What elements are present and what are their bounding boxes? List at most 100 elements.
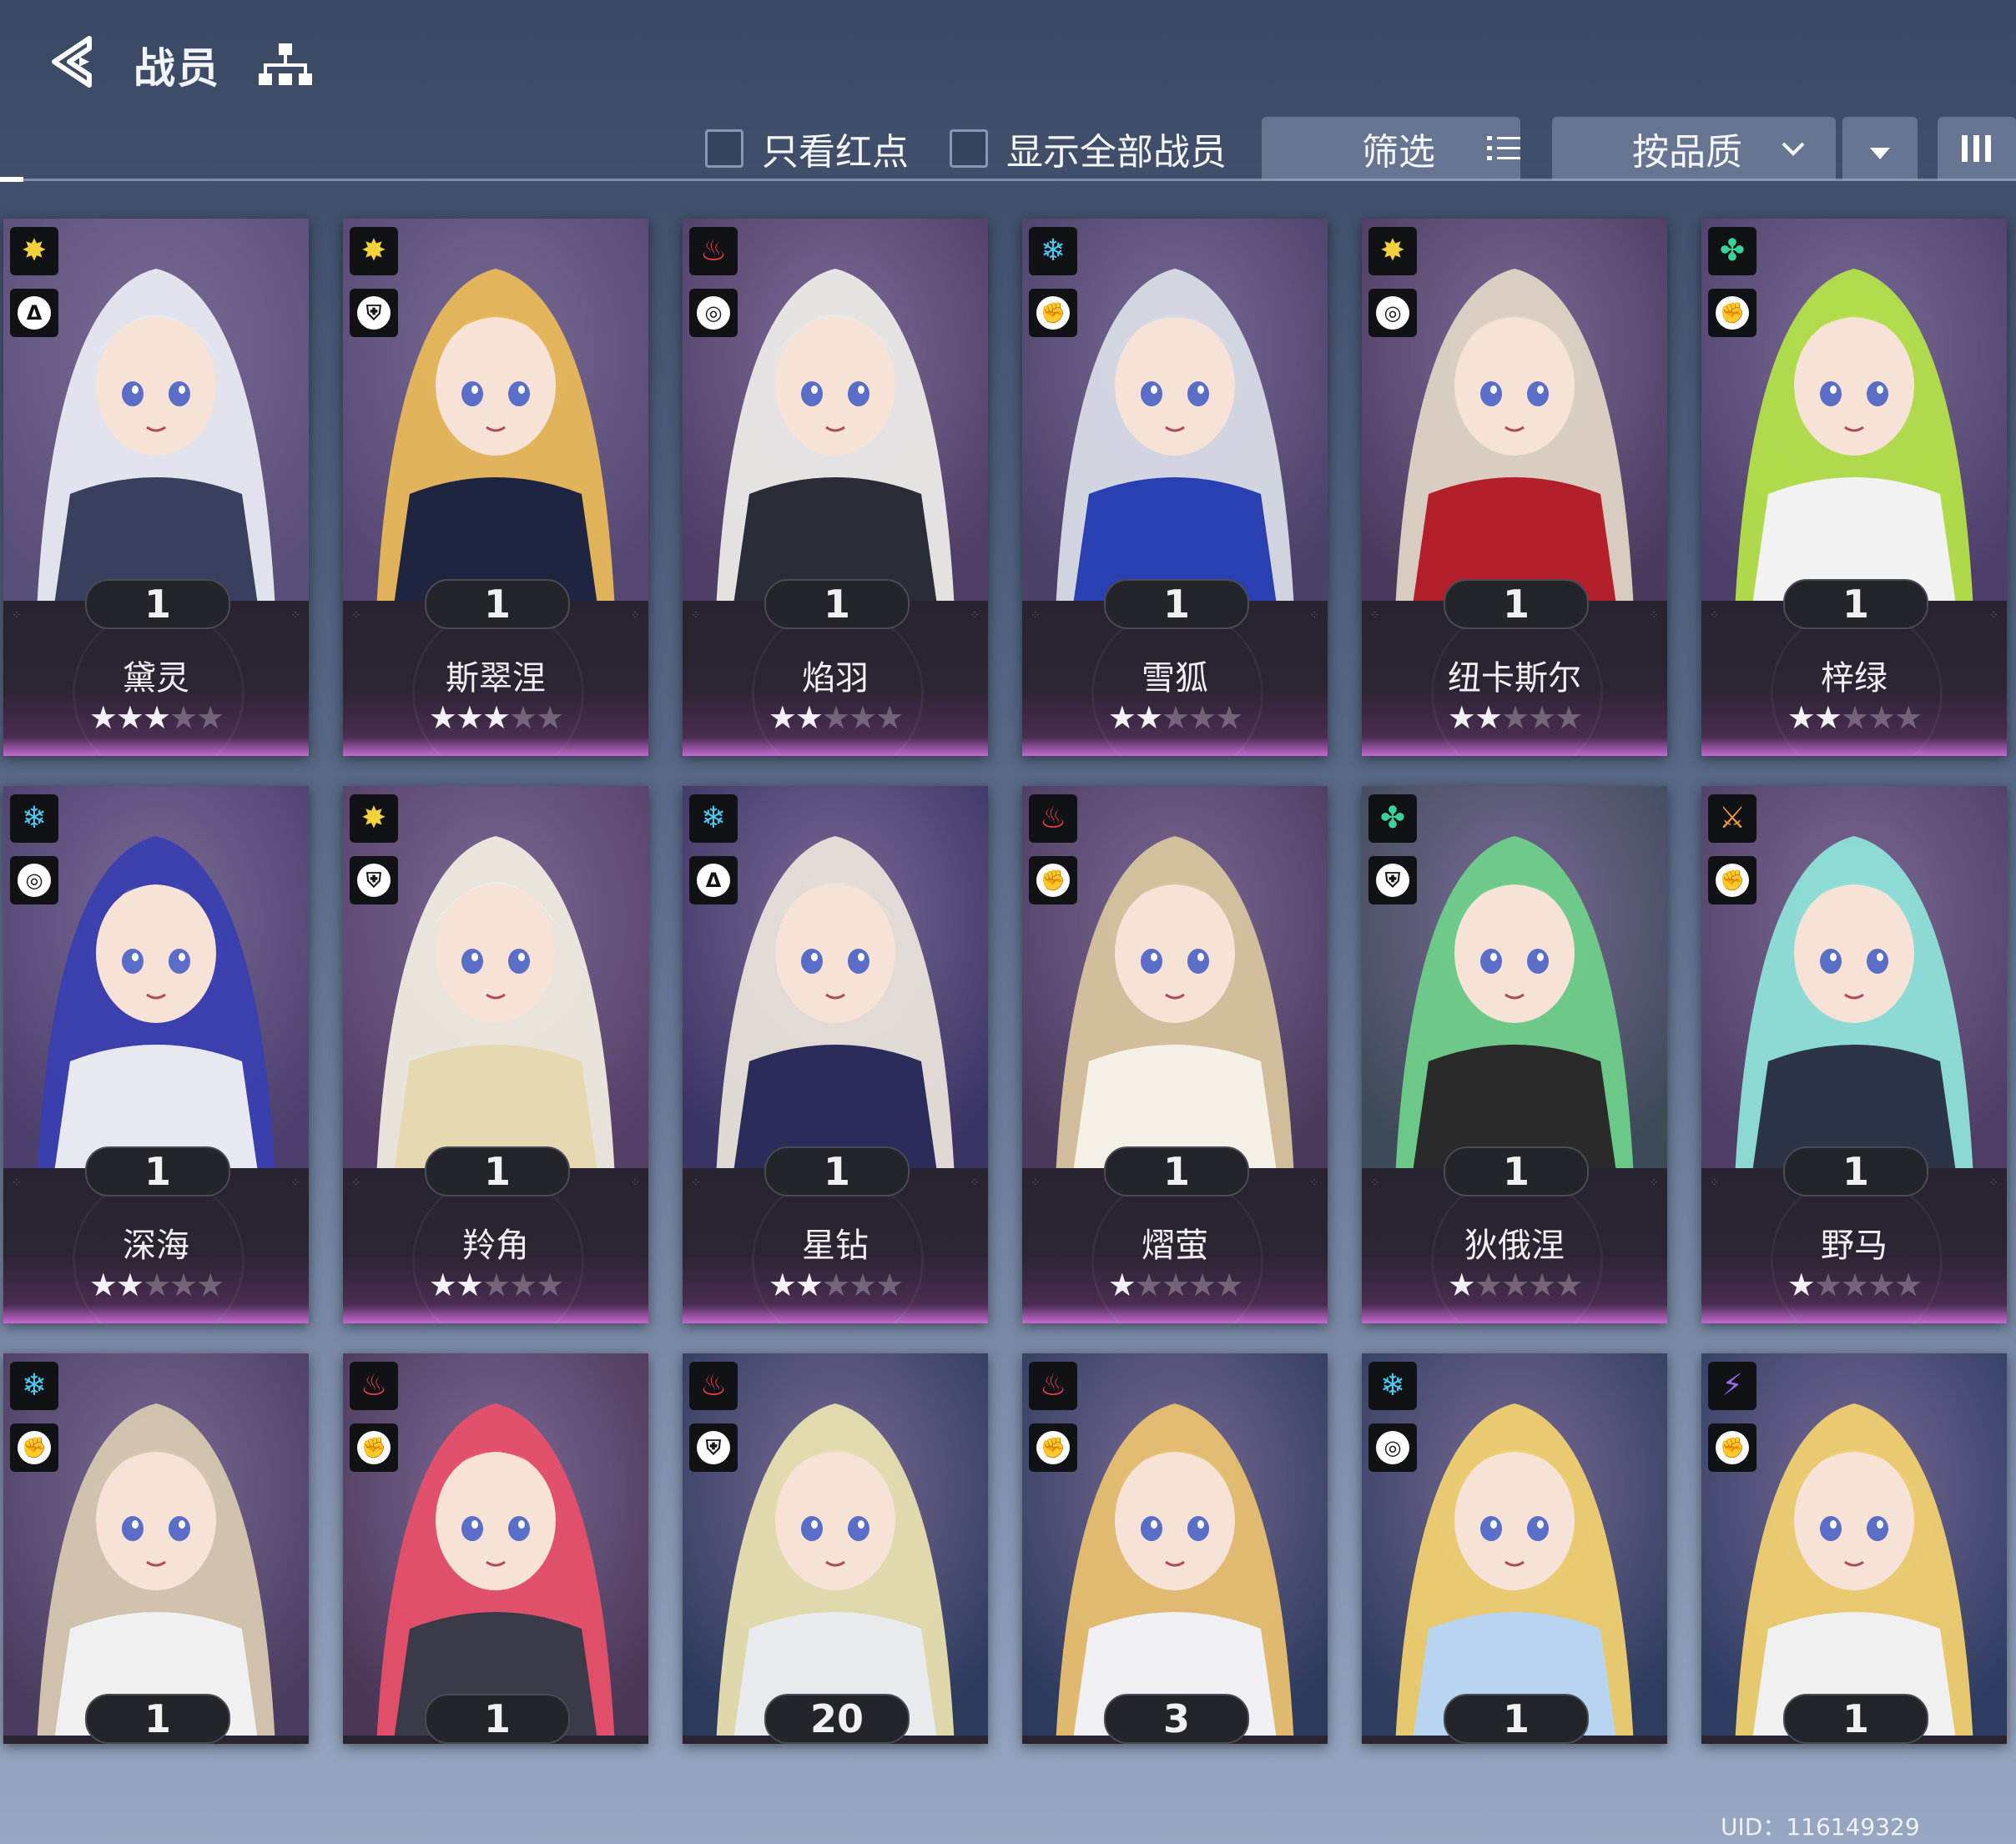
character-name: 斯翠涅 xyxy=(446,659,546,698)
character-card[interactable]: ⁘ ⁘ ✸ ⛨ 1 斯翠涅 ★★★★★ xyxy=(343,219,648,756)
role-glyph: ✊ xyxy=(1716,864,1749,897)
character-portrait xyxy=(1701,786,2007,1168)
star-filled-icon: ★ xyxy=(428,1267,457,1303)
character-card[interactable]: ⁘ ⁘ ♨ ✊ 1 熠萤 ★★★★★ xyxy=(1022,786,1328,1323)
element-ice-icon: ❄ xyxy=(689,794,738,843)
level-badge: 1 xyxy=(1104,579,1249,629)
star-filled-icon: ★ xyxy=(142,699,171,736)
corner-dots: ⁘ xyxy=(1309,609,1319,622)
character-portrait xyxy=(1701,1353,2007,1736)
character-name: 熠萤 xyxy=(1142,1227,1208,1265)
character-card[interactable]: ⁘ ⁘ ✸ ◎ 1 纽卡斯尔 ★★★★★ xyxy=(1362,219,1667,756)
character-card[interactable]: ⁘ ⁘ ♨ ◎ 1 焰羽 ★★★★★ xyxy=(683,219,988,756)
character-card[interactable]: ⁘⁘♨✊3 xyxy=(1022,1353,1328,1744)
element-wind-icon: ✤ xyxy=(1368,794,1417,843)
character-portrait xyxy=(1022,786,1328,1168)
role-glyph: ✊ xyxy=(1036,296,1070,330)
character-card[interactable]: ⁘⁘❄◎1 xyxy=(1362,1353,1667,1744)
sort-dropdown[interactable]: 按品质 xyxy=(1552,117,1836,180)
character-portrait xyxy=(683,1353,988,1736)
star-filled-icon: ★ xyxy=(455,699,484,736)
chevron-down-icon xyxy=(1782,142,1805,156)
character-portrait xyxy=(1362,786,1667,1168)
character-card[interactable]: ⁘ ⁘ ✸ Δ 1 黛灵 ★★★★★ xyxy=(3,219,309,756)
character-name: 深海 xyxy=(123,1227,189,1265)
star-empty-icon: ★ xyxy=(821,1267,850,1303)
star-empty-icon: ★ xyxy=(1161,1267,1190,1303)
level-badge: 3 xyxy=(1104,1694,1249,1744)
show-all-checkbox[interactable] xyxy=(950,129,988,168)
red-dot-filter[interactable]: 只看红点 xyxy=(705,117,909,180)
level-badge: 1 xyxy=(1783,579,1928,629)
character-portrait xyxy=(343,219,648,601)
star-filled-icon: ★ xyxy=(1447,699,1476,736)
show-all-filter[interactable]: 显示全部战员 xyxy=(950,117,1227,180)
character-card[interactable]: ⁘ ⁘ ✸ ⛨ 1 羚角 ★★★★★ xyxy=(343,786,648,1323)
corner-dots: ⁘ xyxy=(290,1176,300,1190)
star-filled-icon: ★ xyxy=(768,1267,797,1303)
role-glyph: ✊ xyxy=(1716,296,1749,330)
role-glyph: ◎ xyxy=(697,296,730,330)
character-card[interactable]: ⁘ ⁘ ❄ ✊ 1 雪狐 ★★★★★ xyxy=(1022,219,1328,756)
character-name: 黛灵 xyxy=(123,659,189,698)
character-portrait xyxy=(1701,219,2007,601)
character-card[interactable]: ⁘⁘♨✊1 xyxy=(343,1353,648,1744)
star-empty-icon: ★ xyxy=(142,1267,171,1303)
star-empty-icon: ★ xyxy=(481,1267,511,1303)
triangle-down-icon xyxy=(1870,148,1890,159)
star-filled-icon: ★ xyxy=(1107,1267,1137,1303)
header-divider xyxy=(0,179,2016,181)
role-glyph: ◎ xyxy=(18,864,51,897)
element-fire-icon: ♨ xyxy=(689,227,738,275)
star-filled-icon: ★ xyxy=(1134,699,1163,736)
star-rating: ★★★★★ xyxy=(3,699,309,736)
role-icon: ◎ xyxy=(10,856,58,904)
star-empty-icon: ★ xyxy=(849,699,877,736)
corner-dots: ⁘ xyxy=(970,1176,980,1190)
level-badge: 1 xyxy=(425,1146,570,1197)
level-badge: 1 xyxy=(85,1694,230,1744)
level-badge: 1 xyxy=(85,1146,230,1197)
character-grid: ⁘ ⁘ ✸ Δ 1 黛灵 ★★★★★ ⁘ ⁘ ✸ ⛨ 1 斯翠涅 ★★★★★ ⁘ ⁘ ♨ ◎ 1 焰羽 ★★★★★ ⁘ ⁘ ❄… xyxy=(3,219,2014,1787)
filter-label: 筛选 xyxy=(1362,131,1435,174)
star-empty-icon: ★ xyxy=(509,699,537,736)
character-portrait xyxy=(1022,219,1328,601)
role-icon: ✊ xyxy=(10,1423,58,1472)
element-fire-icon: ♨ xyxy=(1029,1362,1077,1410)
element-fire-icon: ♨ xyxy=(689,1362,738,1410)
sort-order-button[interactable] xyxy=(1842,117,1918,180)
red-dot-checkbox[interactable] xyxy=(705,129,743,168)
corner-dots: ⁘ xyxy=(1370,609,1380,622)
character-card[interactable]: ⁘ ⁘ ❄ ◎ 1 深海 ★★★★★ xyxy=(3,786,309,1323)
character-card[interactable]: ⁘ ⁘ ❄ Δ 1 星钻 ★★★★★ xyxy=(683,786,988,1323)
star-empty-icon: ★ xyxy=(196,699,224,736)
character-card[interactable]: ⁘⁘❄✊1 xyxy=(3,1353,309,1744)
back-button[interactable] xyxy=(46,32,106,92)
character-card[interactable]: ⁘ ⁘ ✤ ✊ 1 梓绿 ★★★★★ xyxy=(1701,219,2007,756)
hierarchy-icon xyxy=(259,43,312,85)
element-ice-icon: ❄ xyxy=(1368,1362,1417,1410)
character-portrait xyxy=(3,219,309,601)
character-card[interactable]: ⁘⁘♨⛨20 xyxy=(683,1353,988,1744)
level-badge: 1 xyxy=(85,579,230,629)
back-arrow-icon xyxy=(52,36,92,88)
role-icon: ◎ xyxy=(1368,1423,1417,1472)
character-name: 纽卡斯尔 xyxy=(1448,659,1581,698)
role-glyph: ⛨ xyxy=(1376,864,1409,897)
role-glyph: ◎ xyxy=(1376,1431,1409,1464)
corner-dots: ⁘ xyxy=(970,609,980,622)
role-glyph: ✊ xyxy=(18,1431,51,1464)
level-badge: 1 xyxy=(1783,1694,1928,1744)
view-toggle-button[interactable] xyxy=(1938,117,2016,180)
filter-button[interactable]: 筛选 xyxy=(1262,117,1520,180)
role-glyph: ⛨ xyxy=(697,1431,730,1464)
star-empty-icon: ★ xyxy=(1188,699,1217,736)
star-empty-icon: ★ xyxy=(1894,1267,1923,1303)
element-fire-icon: ♨ xyxy=(1029,794,1077,843)
character-card[interactable]: ⁘ ⁘ ⚔ ✊ 1 野马 ★★★★★ xyxy=(1701,786,2007,1323)
character-portrait xyxy=(1362,1353,1667,1736)
character-card[interactable]: ⁘⁘⚡✊1 xyxy=(1701,1353,2007,1744)
star-empty-icon: ★ xyxy=(536,699,564,736)
hierarchy-button[interactable] xyxy=(259,42,312,88)
character-card[interactable]: ⁘ ⁘ ✤ ⛨ 1 狄俄涅 ★★★★★ xyxy=(1362,786,1667,1323)
